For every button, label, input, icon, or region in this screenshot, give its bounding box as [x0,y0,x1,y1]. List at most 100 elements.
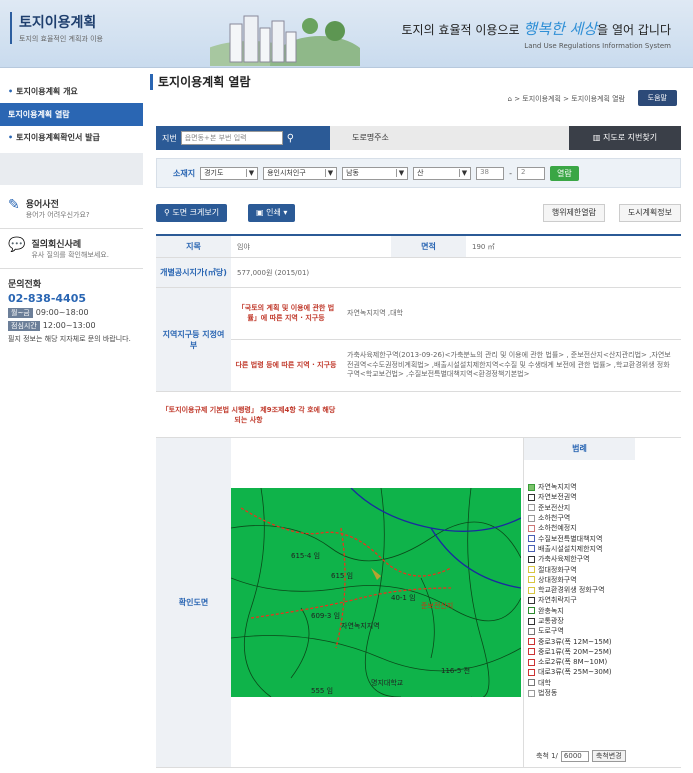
qa-link[interactable]: 💬 질의회신사례 유사 질의를 확인해보세요. [0,229,143,269]
legend-swatch [528,535,535,543]
map-label-40-1: 40-1 임 [391,594,416,602]
tab-jibun[interactable]: 지번 읍면동+본 부번 입력 ⚲ [156,126,330,150]
legend-label: 수질보전특별대책지역 [538,534,603,543]
map-label-zone: 자연녹지지역 [341,621,380,630]
legend-label: 가축사육제한구역 [538,555,590,564]
main-content: 토지이용계획 열람 ⌂ > 토지이용계획 > 토지이용계획 열람 도움말 지번 … [150,74,685,768]
legend-label: 소하천구역 [538,514,571,523]
legend-item: 상대정화구역 [528,575,635,585]
province-select[interactable]: 경기도 ▼ [200,166,259,180]
map-icon: ▥ [592,133,604,142]
dictionary-title: 용어사전 [25,200,59,210]
sidebar-item-certificate[interactable]: • 토지이용계획확인서 발급 [0,126,143,149]
scale-input[interactable]: 6000 [560,750,589,762]
jimok-value: 임야 [237,242,250,251]
print-button[interactable]: ▣ 인쇄 ▾ [248,204,296,222]
map-search-label: 지도로 지번찾기 [603,133,658,142]
dash-separator: - [509,168,512,178]
activity-limit-button[interactable]: 행위제한열람 [542,204,605,222]
site-logo[interactable]: 토지이용계획 토지의 효율적인 계획과 이용 [10,12,103,44]
legend-item: 학교환경위생 정화구역 [528,585,635,595]
legend-label: 소로2류(폭 8M~10M) [538,658,608,667]
legend-item: 자연보전권역 [528,492,635,502]
slogan-highlight: 행복한 세상 [523,20,598,38]
legend-swatch [528,648,535,656]
legend-label: 대로3류(폭 25M~30M) [538,668,612,677]
dictionary-subtitle: 용어가 어려우신가요? [25,211,90,219]
site-title: 토지이용계획 [19,15,97,31]
law1-label: 「국토의 계획 및 이용에 관한 법률」에 따른 지역 · 지구등 [231,288,341,340]
legend-item: 완충녹지 [528,606,635,616]
legend-swatch [528,514,535,522]
legend-label: 중로1류(폭 20M~25M) [538,647,612,656]
site-subtitle: 토지의 효율적인 계획과 이용 [19,35,103,43]
tab-jibun-label: 지번 [162,133,177,143]
legend-swatch [528,483,535,491]
legend-swatch [528,638,535,646]
tab-road-address[interactable]: 도로명주소 [330,126,411,150]
breadcrumb-text: > 토지이용계획 > 토지이용계획 열람 [514,95,625,103]
slogan: 토지의 효율적 이용으로 행복한 세상을 열어 갑니다 Land Use Reg… [401,18,671,50]
contact-box: 문의전화 02-838-4405 월~금 09:00~18:00 점심시간 12:0… [0,269,143,352]
sidebar-item-label: 토지이용계획확인서 발급 [16,133,100,142]
map-label-609-3: 609-3 임 [311,612,340,620]
legend-item: 준보전산지 [528,503,635,513]
city-plan-button[interactable]: 도시계획정보 [618,204,681,222]
legend-label: 자연녹지지역 [538,483,577,492]
sidebar-item-view[interactable]: 토지이용계획 열람 [0,103,143,126]
legend-item: 자연녹지지역 [528,482,635,492]
address-bar: 소재지 경기도 ▼ 용인시처인구 ▼ 남동 ▼ 산 ▼ 38 - 2 열람 [156,158,681,188]
price-value: 577,000원 (2015/01) [237,268,310,277]
city-select[interactable]: 용인시처인구 ▼ [263,166,338,180]
legend-swatch [528,576,535,584]
page-title: 토지이용계획 열람 [150,74,685,90]
search-icon[interactable]: ⚲ [287,133,294,144]
sidebar-item-label: 토지이용계획 개요 [16,87,78,96]
sidebar-item-overview[interactable]: • 토지이용계획 개요 [0,80,143,103]
legend-swatch [528,566,535,574]
legend-swatch [528,493,535,501]
jibun-input[interactable]: 읍면동+본 부번 입력 [180,131,283,145]
lunch-time: 12:00~13:00 [42,321,96,330]
legend-item: 소하천구역 [528,513,635,523]
scale-change-button[interactable]: 축척변경 [591,750,626,762]
printer-icon: ▣ [256,208,267,217]
legend-item: 소하천예정지 [528,523,635,533]
legend-swatch [528,596,535,604]
slogan-post: 을 열어 갑니다 [597,23,671,37]
map-image[interactable]: 615-4 임 609-3 임 40-1 임 자연녹지지역 명지대학교 116-… [231,488,521,697]
print-label: 인쇄 ▾ [266,208,288,217]
legend-label: 도로구역 [538,627,564,636]
legend-swatch [528,679,535,687]
weekday-time: 09:00~18:00 [35,308,89,317]
legend-label: 자연취락지구 [538,596,577,605]
mountain-select[interactable]: 산 ▼ [413,166,472,180]
sidebar: • 토지이용계획 개요 토지이용계획 열람 • 토지이용계획확인서 발급 ✎ 용어사… [0,80,143,352]
phone-label: 문의전화 [8,280,42,290]
bon-input[interactable]: 38 [476,166,505,180]
bu-input[interactable]: 2 [516,166,545,180]
map-lines: 615-4 임 609-3 임 40-1 임 자연녹지지역 명지대학교 116-… [231,488,521,697]
scale-label: 축척 1/ [536,752,558,760]
legend-swatch [528,504,535,512]
dong-select[interactable]: 남동 ▼ [342,166,409,180]
map-label-116-5: 116-5 전 [441,666,470,675]
view-button[interactable]: 열람 [549,165,579,181]
map-label-university: 명지대학교 [371,678,404,687]
legend-label: 대학 [538,678,551,687]
dictionary-link[interactable]: ✎ 용어사전 용어가 어려우신가요? [0,189,143,229]
mountain-value: 산 [417,169,424,177]
address-label: 소재지 [173,168,196,178]
qa-subtitle: 유사 질의를 확인해보세요. [31,251,109,259]
legend-item: 대학 [528,678,635,688]
map-label-615: 615 임 [331,572,353,580]
map-search-button[interactable]: ▥ 지도로 지번찾기 [569,126,681,150]
zoom-map-button[interactable]: ⚲ 도면 크게보기 [156,204,228,222]
legend-label: 준보전산지 [538,503,571,512]
chevron-down-icon: ▼ [458,169,467,177]
help-button[interactable]: 도움말 [637,90,677,106]
legend-label: 학교환경위생 정화구역 [538,586,605,595]
city-value: 용인시처인구 [267,169,306,177]
legend-swatch [528,689,535,697]
home-icon[interactable]: ⌂ [508,95,512,103]
